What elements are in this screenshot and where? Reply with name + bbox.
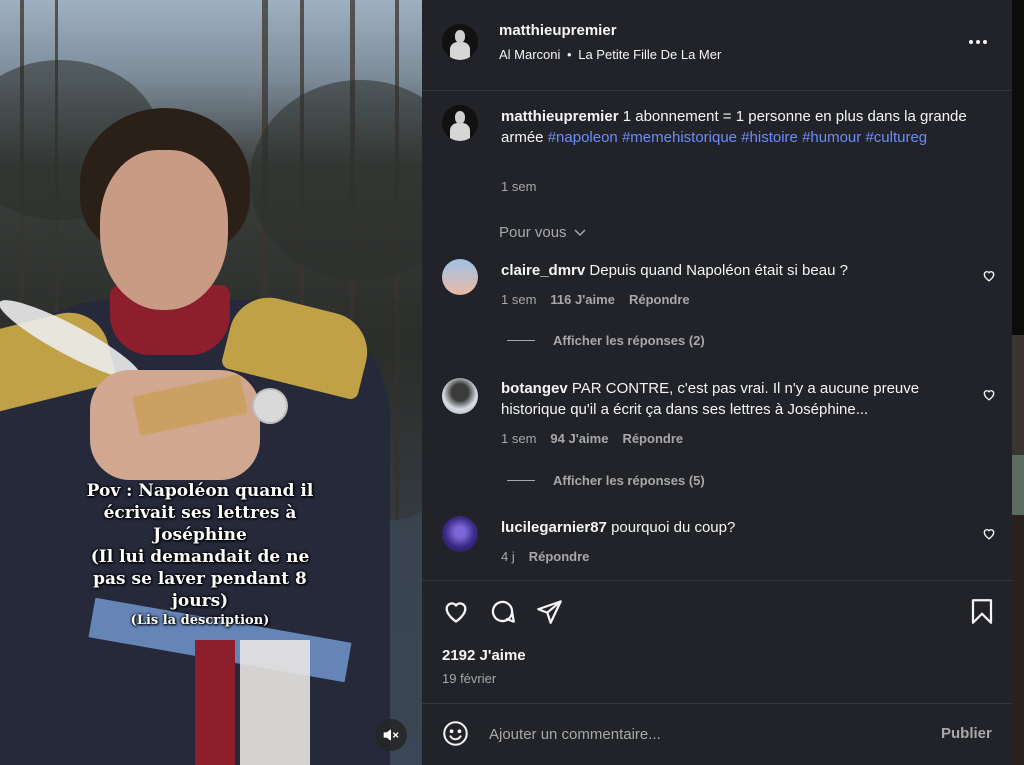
comment-sort-dropdown[interactable]: Pour vous (499, 224, 587, 241)
medal (252, 388, 288, 424)
emoji-button[interactable] (442, 720, 469, 752)
like-button[interactable] (442, 598, 470, 629)
white-sash (240, 640, 310, 765)
overlay-line: (Il lui demandait de ne (90, 547, 310, 567)
bookmark-icon (971, 599, 993, 624)
hashtag-link[interactable]: #napoleon (548, 129, 618, 146)
more-options-button[interactable] (968, 32, 988, 50)
more-horizontal-icon (969, 40, 987, 44)
reply-button[interactable]: Répondre (622, 431, 683, 446)
commenter-avatar[interactable] (442, 259, 478, 295)
background-fragment (1012, 335, 1024, 455)
overlay-line: pas se laver pendant 8 (93, 569, 307, 589)
replies-divider-line (507, 340, 535, 341)
comment-time: 1 sem (501, 431, 537, 446)
caption-author-avatar[interactable] (442, 105, 478, 141)
volume-off-icon (383, 729, 399, 741)
commenter-avatar[interactable] (442, 378, 478, 414)
emoji-icon (443, 721, 468, 746)
comment-button[interactable] (489, 598, 516, 630)
comment-input[interactable] (489, 722, 909, 746)
send-icon (537, 600, 562, 624)
hashtag-link[interactable]: #humour (802, 129, 861, 146)
comment-like-button[interactable] (982, 527, 996, 545)
reply-button[interactable]: Répondre (629, 292, 690, 307)
hashtag-link[interactable]: #memehistorique (622, 129, 737, 146)
comment-time: 4 j (501, 549, 515, 564)
comment-meta: 1 sem 94 J'aime Répondre (501, 431, 683, 446)
author-username[interactable]: matthieupremier (499, 22, 617, 39)
comment-icon (491, 600, 515, 623)
hashtag-link[interactable]: #histoire (741, 129, 798, 146)
red-sash (195, 640, 235, 765)
comment-body: lucilegarnier87 pourquoi du coup? (501, 517, 961, 538)
post-video[interactable]: Pov : Napoléon quand il écrivait ses let… (0, 0, 422, 765)
heart-icon (983, 271, 995, 282)
likes-count[interactable]: 2192 J'aime (442, 647, 526, 664)
video-caption-overlay: Pov : Napoléon quand il écrivait ses let… (40, 480, 360, 630)
comment-body: botangev PAR CONTRE, c'est pas vrai. Il … (501, 378, 971, 420)
chevron-down-icon (574, 228, 586, 236)
post-date: 19 février (442, 671, 497, 686)
comment-username[interactable]: lucilegarnier87 (501, 519, 607, 536)
music-artist[interactable]: Al Marconi (499, 47, 560, 62)
background-fragment (1012, 515, 1024, 765)
sort-label: Pour vous (499, 224, 567, 241)
replies-divider-line (507, 480, 535, 481)
overlay-line: Joséphine (153, 525, 247, 545)
comment-meta: 1 sem 116 J'aime Répondre (501, 292, 690, 307)
music-title[interactable]: La Petite Fille De La Mer (578, 47, 721, 62)
hashtag-link[interactable]: #cultureg (865, 129, 927, 146)
comment-like-count[interactable]: 116 J'aime (550, 292, 615, 307)
share-button[interactable] (536, 598, 563, 630)
heart-icon (445, 602, 467, 623)
forest-foliage (250, 80, 422, 280)
save-button[interactable] (970, 598, 994, 630)
mute-button[interactable] (375, 719, 407, 751)
comment-like-count[interactable]: 94 J'aime (550, 431, 608, 446)
heart-icon (983, 390, 995, 401)
comment-username[interactable]: claire_dmrv (501, 262, 585, 279)
header-divider (422, 90, 1012, 91)
comment-like-button[interactable] (982, 269, 996, 287)
post-caption: matthieupremier 1 abonnement = 1 personn… (501, 106, 981, 148)
commenter-avatar[interactable] (442, 516, 478, 552)
music-info[interactable]: Al Marconi • La Petite Fille De La Mer (499, 47, 721, 62)
overlay-small-line: (Lis la description) (130, 613, 270, 628)
comment-like-button[interactable] (982, 388, 996, 406)
comment-meta: 4 j Répondre (501, 549, 589, 564)
comment-body: claire_dmrv Depuis quand Napoléon était … (501, 260, 961, 281)
author-avatar[interactable] (442, 24, 478, 60)
comment-text: Depuis quand Napoléon était si beau ? (589, 262, 848, 279)
publish-button[interactable]: Publier (941, 725, 992, 742)
overlay-line: Pov : Napoléon quand il (86, 481, 314, 501)
actions-divider (422, 580, 1012, 581)
music-separator: • (567, 47, 572, 62)
view-replies-button[interactable]: Afficher les réponses (5) (553, 473, 705, 488)
background-fragment (1012, 455, 1024, 515)
caption-time: 1 sem (501, 179, 537, 194)
person-face (100, 150, 228, 310)
overlay-line: écrivait ses lettres à (103, 503, 297, 523)
post-details-panel: matthieupremier Al Marconi • La Petite F… (422, 0, 1012, 765)
reply-button[interactable]: Répondre (529, 549, 590, 564)
caption-username[interactable]: matthieupremier (501, 108, 619, 125)
heart-icon (983, 529, 995, 540)
footer-divider (422, 703, 1012, 704)
overlay-line: jours) (171, 591, 229, 611)
comment-username[interactable]: botangev (501, 380, 568, 397)
comment-text: pourquoi du coup? (611, 519, 736, 536)
page-edge-background (1012, 0, 1024, 765)
comment-time: 1 sem (501, 292, 537, 307)
view-replies-button[interactable]: Afficher les réponses (2) (553, 333, 705, 348)
